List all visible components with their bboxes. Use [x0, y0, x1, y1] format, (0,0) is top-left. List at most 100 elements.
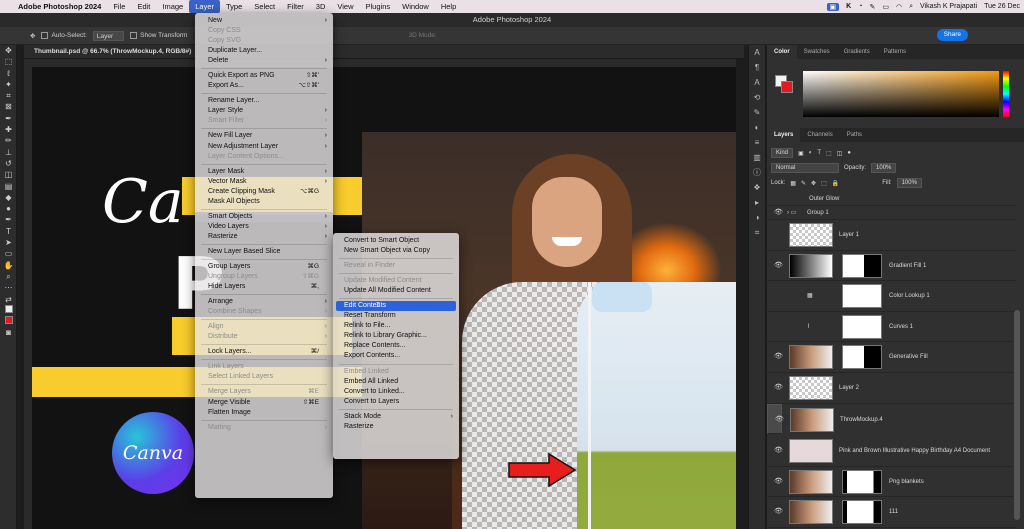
eye-icon[interactable]: 👁	[774, 342, 783, 372]
menu-item-rasterize[interactable]: Rasterize ›	[195, 232, 333, 242]
menu-filter[interactable]: Filter	[281, 0, 310, 13]
battery-icon[interactable]: ▭	[882, 3, 889, 11]
stamp-icon[interactable]: ⊥	[0, 147, 17, 158]
filter-smart-icon[interactable]: ◫	[837, 150, 843, 157]
menu-item-flatten-image[interactable]: Flatten Image	[195, 408, 333, 418]
fill-field[interactable]: 100%	[896, 178, 922, 188]
lock-all-icon[interactable]: 🔒	[832, 180, 839, 187]
kind-filter[interactable]: Kind	[771, 148, 794, 158]
submenu-item-reset-transform[interactable]: Reset Transform	[333, 311, 459, 321]
submenu-item-relink-to-file[interactable]: Relink to File...	[333, 321, 459, 331]
lock-move-icon[interactable]: ✥	[811, 180, 816, 187]
menu-image[interactable]: Image	[156, 0, 189, 13]
lock-pixels-icon[interactable]: ▦	[790, 180, 796, 187]
menu-type[interactable]: Type	[220, 0, 248, 13]
path-select-icon[interactable]: ➤	[0, 237, 17, 248]
menu-item-mask-all-objects[interactable]: Mask All Objects	[195, 197, 333, 207]
submenu-item-replace-contents[interactable]: Replace Contents...	[333, 341, 459, 351]
apple-menu[interactable]	[0, 0, 12, 13]
hand-icon[interactable]: ✋	[0, 260, 17, 271]
menu-item-new[interactable]: New ›	[195, 16, 333, 26]
search-icon[interactable]: ⌕	[909, 3, 913, 11]
layer-row[interactable]: 👁 Layer 2	[767, 373, 1017, 404]
menu-item-rename-layer[interactable]: Rename Layer...	[195, 96, 333, 106]
menu-item-vector-mask[interactable]: Vector Mask ›	[195, 177, 333, 187]
menu-help[interactable]: Help	[435, 0, 462, 13]
submenu-item-relink-to-library-graphic[interactable]: Relink to Library Graphic...	[333, 331, 459, 341]
filter-shape-icon[interactable]: ⬚	[826, 150, 832, 157]
submenu-item-export-contents[interactable]: Export Contents...	[333, 351, 459, 361]
libraries-icon[interactable]: ▥	[749, 150, 765, 165]
zoom-icon[interactable]: ⌕	[0, 271, 17, 282]
paths-icon[interactable]: ⌗	[749, 225, 765, 240]
actions-icon[interactable]: ▸	[749, 195, 765, 210]
menu-item-layer-style[interactable]: Layer Style ›	[195, 106, 333, 116]
submenu-item-new-smart-object-via-copy[interactable]: New Smart Object via Copy	[333, 246, 459, 256]
blend-mode-select[interactable]: Normal	[771, 163, 839, 173]
submenu-item-convert-to-layers[interactable]: Convert to Layers	[333, 397, 459, 407]
app-menu[interactable]: Adobe Photoshop 2024	[12, 0, 107, 13]
menu-select[interactable]: Select	[248, 0, 281, 13]
status-icon[interactable]: ◔	[858, 3, 862, 10]
tab-swatches[interactable]: Swatches	[797, 45, 837, 59]
menu-item-new-layer-based-slice[interactable]: New Layer Based Slice	[195, 247, 333, 257]
background-color-swatch[interactable]	[0, 316, 17, 327]
background-swatch[interactable]	[781, 81, 793, 93]
brush-settings-icon[interactable]: ✎	[749, 105, 765, 120]
filter-pixel-icon[interactable]: ▣	[798, 150, 804, 157]
submenu-item-embed-all-linked[interactable]: Embed All Linked	[333, 377, 459, 387]
lock-artboard-icon[interactable]: ⬚	[821, 180, 827, 187]
menu-window[interactable]: Window	[396, 0, 435, 13]
layer-row[interactable]: 👁 › ▭ Group 1	[767, 206, 1017, 220]
tab-color[interactable]: Color	[767, 45, 797, 59]
submenu-item-rasterize[interactable]: Rasterize	[333, 422, 459, 432]
menu-item-merge-visible[interactable]: Merge Visible ⇧⌘E	[195, 398, 333, 408]
hue-slider[interactable]	[1003, 71, 1009, 117]
show-transform-checkbox[interactable]: Show Transform	[130, 31, 187, 39]
history-brush-icon[interactable]: ↺	[0, 158, 17, 169]
menu-item-export-as[interactable]: Export As... ⌥⇧⌘'	[195, 81, 333, 91]
user-name[interactable]: Vikash K Prajapati	[920, 3, 977, 10]
eye-icon[interactable]: 👁	[774, 436, 783, 466]
rectangle-icon[interactable]: ▭	[0, 248, 17, 259]
eraser-icon[interactable]: ◫	[0, 169, 17, 180]
layers-scrollbar[interactable]	[1014, 310, 1020, 520]
tab-layers[interactable]: Layers	[767, 128, 801, 142]
menu-item-hide-layers[interactable]: Hide Layers ⌘,	[195, 282, 333, 292]
menu-item-group-layers[interactable]: Group Layers ⌘G	[195, 262, 333, 272]
eyedropper-icon[interactable]: ✒	[0, 113, 17, 124]
color-picker-field[interactable]	[803, 71, 999, 117]
tab-channels[interactable]: Channels	[800, 128, 839, 142]
submenu-item-stack-mode[interactable]: Stack Mode ›	[333, 412, 459, 422]
foreground-color-swatch[interactable]	[0, 304, 17, 316]
frame-icon[interactable]: ⊠	[0, 101, 17, 112]
menu-item-arrange[interactable]: Arrange ›	[195, 297, 333, 307]
pen-tool-icon[interactable]: ✒	[0, 214, 17, 225]
filter-toggle-icon[interactable]: ●	[847, 150, 851, 156]
layer-row[interactable]: ⌇ Curves 1	[767, 312, 1017, 343]
type-icon[interactable]: T	[0, 226, 17, 237]
character-icon[interactable]: A	[749, 75, 765, 90]
control-center-icon[interactable]: ▣	[826, 2, 840, 11]
eye-icon[interactable]: 👁	[774, 373, 783, 403]
ai-icon[interactable]: A	[749, 45, 765, 60]
layer-row[interactable]: 👁 Png blankets	[767, 467, 1017, 498]
adjustments-icon[interactable]: ◐	[749, 120, 765, 135]
eye-icon[interactable]: 👁	[775, 405, 784, 435]
pen-icon[interactable]: ✎	[869, 3, 875, 11]
clock-date[interactable]: Tue 26 Dec	[984, 3, 1020, 10]
menu-item-quick-export-as-png[interactable]: Quick Export as PNG ⇧⌘'	[195, 71, 333, 81]
blur-icon[interactable]: ◆	[0, 192, 17, 203]
layer-row[interactable]: 👁 111	[767, 497, 1017, 528]
menu-plugins[interactable]: Plugins	[360, 0, 397, 13]
auto-select-checkbox[interactable]: Auto-Select:	[41, 31, 87, 39]
opacity-field[interactable]: 100%	[871, 163, 897, 173]
layer-row[interactable]: Outer Glow	[767, 192, 1017, 206]
eye-icon[interactable]: 👁	[774, 206, 783, 220]
menu-item-delete[interactable]: Delete ›	[195, 56, 333, 66]
menu-item-duplicate-layer[interactable]: Duplicate Layer...	[195, 46, 333, 56]
eye-icon[interactable]: 👁	[774, 251, 783, 281]
menu-item-create-clipping-mask[interactable]: Create Clipping Mask ⌥⌘G	[195, 187, 333, 197]
marquee-icon[interactable]: ⬚	[0, 56, 17, 67]
crop-icon[interactable]: ⌗	[0, 90, 17, 101]
